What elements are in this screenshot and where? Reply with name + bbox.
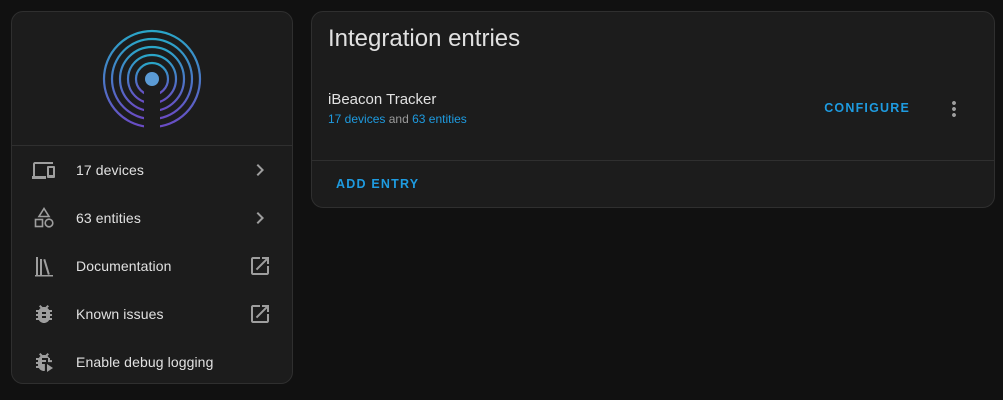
sidebar-item-known-issues[interactable]: Known issues bbox=[12, 290, 292, 338]
sidebar-item-label: Documentation bbox=[76, 258, 172, 274]
sidebar-item-debug-logging[interactable]: Enable debug logging bbox=[12, 338, 292, 383]
entry-name: iBeacon Tracker bbox=[328, 91, 437, 108]
open-in-new-icon bbox=[251, 305, 269, 323]
integration-entry-row: iBeacon Tracker 17 devices and 63 entiti… bbox=[312, 84, 994, 144]
integration-logo-area bbox=[12, 12, 292, 146]
sidebar-item-label: 63 entities bbox=[76, 210, 141, 226]
chevron-right-icon bbox=[256, 212, 264, 224]
add-entry-button[interactable]: ADD ENTRY bbox=[336, 177, 419, 191]
configure-button[interactable]: CONFIGURE bbox=[824, 101, 910, 115]
card-divider bbox=[312, 160, 994, 161]
entry-summary: 17 devices and 63 entities bbox=[328, 112, 467, 126]
bug-play-icon bbox=[36, 353, 53, 372]
sidebar-item-devices[interactable]: 17 devices bbox=[12, 146, 292, 194]
open-in-new-icon bbox=[251, 257, 269, 275]
chevron-right-icon bbox=[256, 164, 264, 176]
entities-link[interactable]: 63 entities bbox=[412, 112, 467, 126]
sidebar-item-entities[interactable]: 63 entities bbox=[12, 194, 292, 242]
integration-entries-card: Integration entries iBeacon Tracker 17 d… bbox=[311, 11, 995, 208]
entry-connector: and bbox=[388, 112, 409, 126]
ibeacon-logo-icon bbox=[102, 29, 202, 131]
integration-info-card: 17 devices 63 entities Documentation Kno… bbox=[11, 11, 293, 384]
more-vert-icon[interactable] bbox=[942, 97, 966, 121]
bookshelf-icon bbox=[35, 257, 53, 277]
sidebar-item-label: Known issues bbox=[76, 306, 164, 322]
bug-icon bbox=[36, 305, 52, 323]
shapes-icon bbox=[34, 206, 54, 228]
devices-icon bbox=[32, 162, 55, 179]
devices-link[interactable]: 17 devices bbox=[328, 112, 385, 126]
sidebar-item-label: Enable debug logging bbox=[76, 354, 214, 370]
sidebar-item-label: 17 devices bbox=[76, 162, 144, 178]
page-title: Integration entries bbox=[328, 25, 521, 52]
sidebar-item-documentation[interactable]: Documentation bbox=[12, 242, 292, 290]
